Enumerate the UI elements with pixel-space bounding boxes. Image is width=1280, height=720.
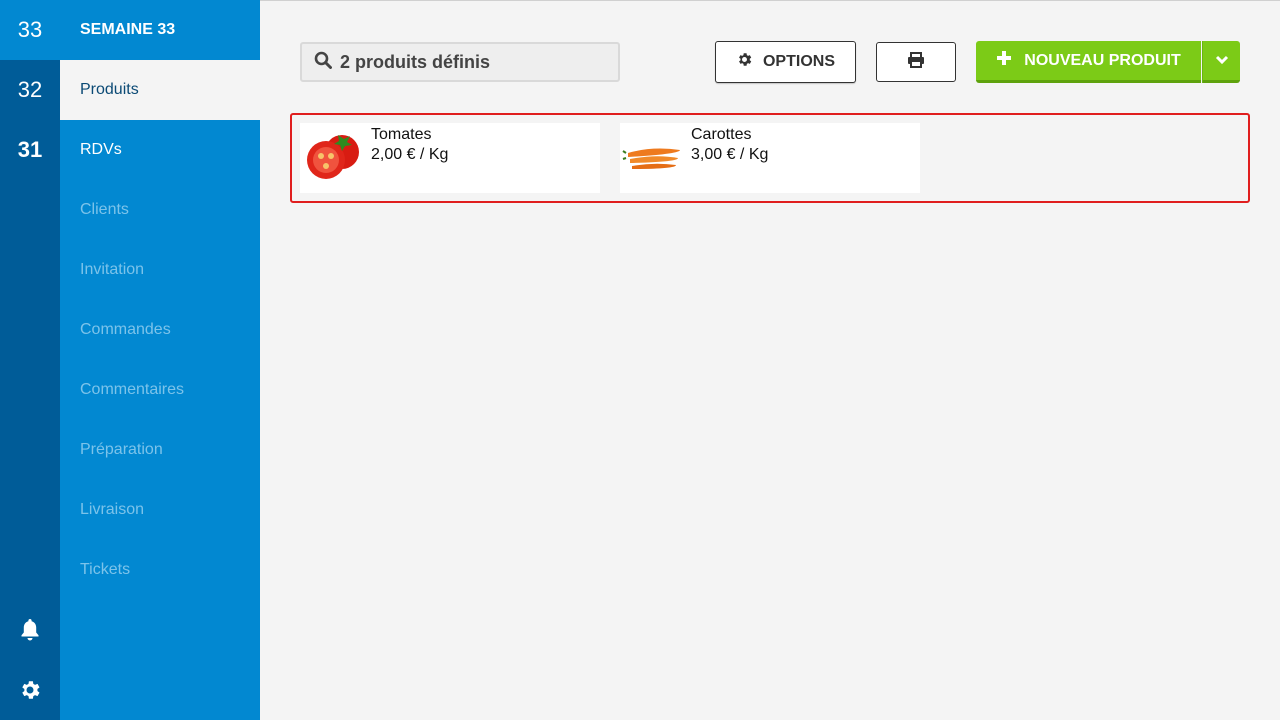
sidebar-item-commandes[interactable]: Commandes [60,300,260,360]
sidebar-item-preparation[interactable]: Préparation [60,420,260,480]
printer-icon [907,51,925,73]
new-product-button[interactable]: NOUVEAU PRODUIT [976,41,1201,83]
product-name: Carottes [691,126,752,143]
week-32[interactable]: 32 [0,60,60,120]
search-icon [314,51,332,74]
sidebar-item-produits[interactable]: Produits [60,60,260,120]
carrot-image [622,128,684,183]
sidebar-item-clients[interactable]: Clients [60,180,260,240]
options-label: OPTIONS [762,53,835,70]
week-header: SEMAINE 33 [80,21,176,38]
week-31[interactable]: 31 [0,120,60,180]
sidebar-item-tickets[interactable]: Tickets [60,540,260,600]
product-card-tomates[interactable]: Tomates 2,00 € / Kg [300,123,600,193]
gear-icon[interactable] [0,660,60,720]
sidebar-item-invitation[interactable]: Invitation [60,240,260,300]
sidebar-item-commentaires[interactable]: Commentaires [60,360,260,420]
gear-icon [736,51,753,73]
sidebar-nav: SEMAINE 33 Produits RDVs Clients Invitat… [60,0,260,720]
sidebar-item-rdvs[interactable]: RDVs [60,120,260,180]
bell-icon[interactable] [0,600,60,660]
week-33[interactable]: 33 [0,0,60,60]
product-price: 2,00 € / Kg [371,146,449,163]
product-name: Tomates [371,126,432,143]
top-divider [260,0,1280,1]
product-price: 3,00 € / Kg [691,146,769,163]
new-product-dropdown[interactable] [1202,41,1240,83]
new-product-label: NOUVEAU PRODUIT [1024,51,1181,69]
chevron-down-icon [1215,52,1229,70]
search-summary: 2 produits définis [340,51,491,72]
options-button[interactable]: OPTIONS [715,41,856,83]
product-card-carottes[interactable]: Carottes 3,00 € / Kg [620,123,920,193]
sidebar-item-livraison[interactable]: Livraison [60,480,260,540]
search-input[interactable]: 2 produits définis [300,42,620,82]
print-button[interactable] [876,42,956,82]
week-rail: 33 32 31 [0,0,60,720]
tomato-image [302,128,364,183]
plus-icon [996,50,1012,71]
product-list: Tomates 2,00 € / Kg Carottes 3,00 € / Kg [290,113,1250,203]
